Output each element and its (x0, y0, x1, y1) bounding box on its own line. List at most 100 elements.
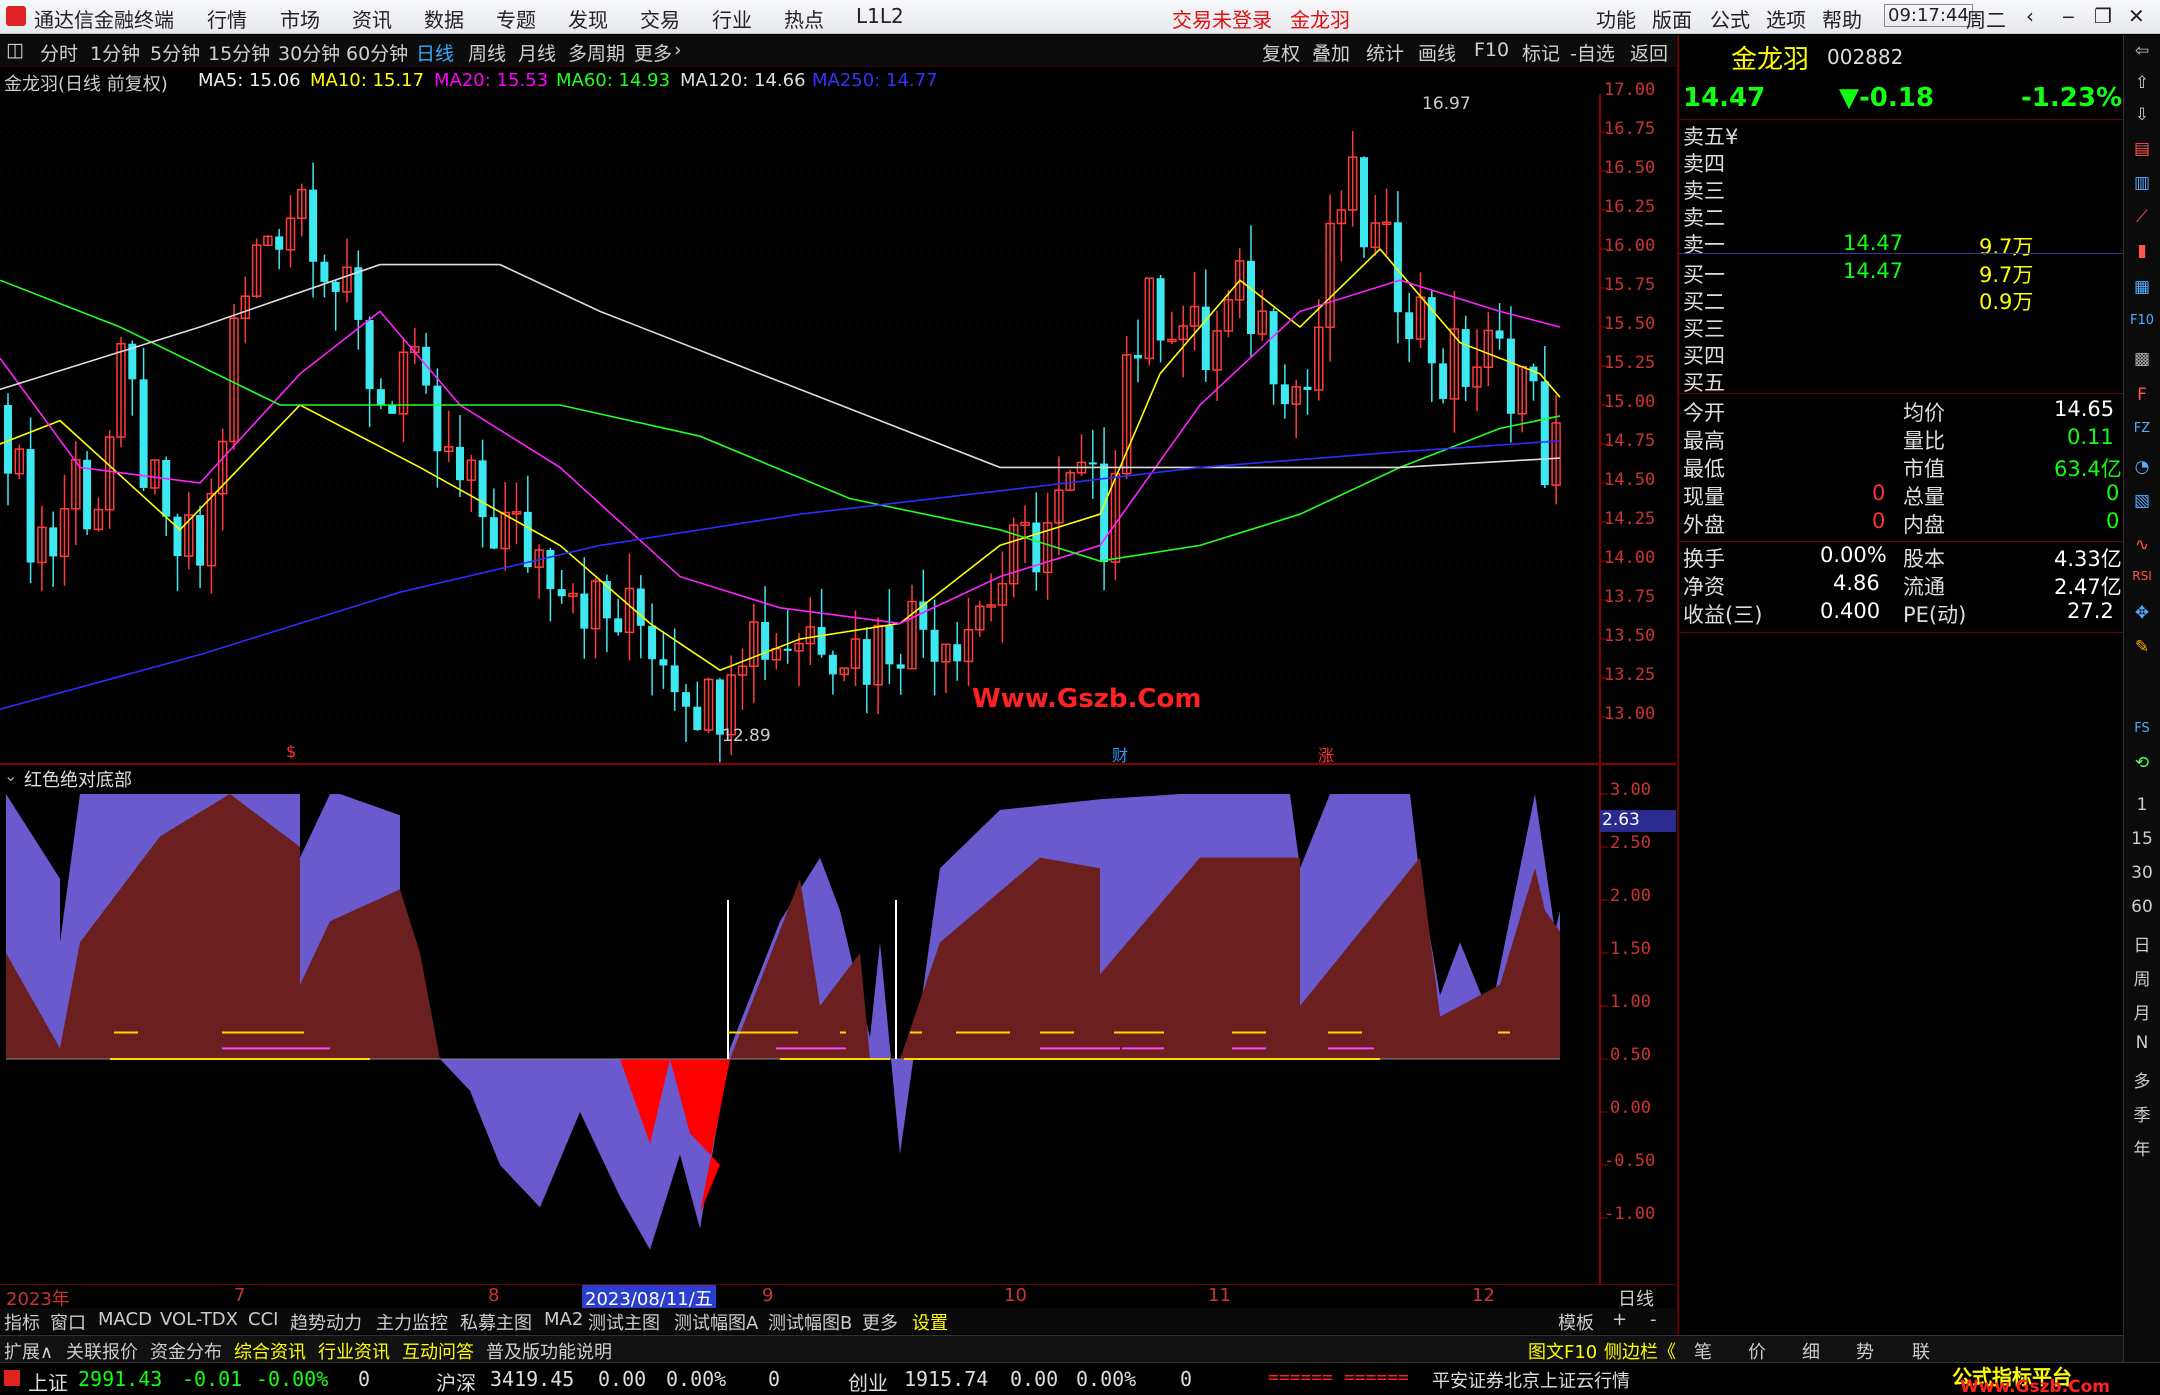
tool-rights[interactable]: 复权 (1262, 39, 1300, 66)
tab-trend-small[interactable]: 势 (1856, 1338, 1874, 1364)
login-status[interactable]: 交易未登录 (1172, 4, 1272, 33)
menu-layout[interactable]: 版面 (1652, 4, 1692, 33)
restore-icon[interactable]: ❐ (2094, 4, 2112, 28)
collapse-icon[interactable]: ⇦ (2127, 41, 2157, 61)
tab-ma2[interactable]: MA2 (544, 1309, 583, 1330)
fz-icon[interactable]: FZ (2127, 421, 2157, 436)
tool-draw[interactable]: 画线 (1418, 39, 1456, 66)
menu-data[interactable]: 数据 (424, 4, 464, 33)
f-icon[interactable]: F (2127, 385, 2157, 405)
tab-macd[interactable]: MACD (98, 1309, 152, 1330)
tab-test-b[interactable]: 测试幅图B (768, 1309, 852, 1335)
doc-icon[interactable]: ▤ (2127, 139, 2157, 159)
tab-link[interactable]: 联 (1912, 1338, 1930, 1364)
tab-window[interactable]: 窗口 (50, 1309, 86, 1335)
down-icon[interactable]: ⇩ (2127, 105, 2157, 125)
list-icon[interactable]: ▥ (2127, 173, 2157, 193)
period-weekly[interactable]: 周线 (468, 39, 506, 66)
period-30min[interactable]: 30分钟 (278, 39, 340, 66)
menu-hot[interactable]: 热点 (784, 4, 824, 33)
period-60min[interactable]: 60分钟 (346, 39, 408, 66)
event-marker-s[interactable]: $ (286, 742, 296, 761)
remove-button[interactable]: - (1650, 1309, 1657, 1330)
period-daily[interactable]: 日线 (416, 39, 454, 66)
sh-label[interactable]: 上证 (28, 1367, 68, 1395)
sidebar-button[interactable]: 侧边栏《 (1604, 1338, 1676, 1364)
template-button[interactable]: 模板 (1558, 1309, 1594, 1335)
tool-watchlist[interactable]: -自选 (1570, 39, 1615, 66)
table-icon[interactable]: ▦ (2127, 277, 2157, 297)
period-shortcut[interactable]: 周 (2127, 965, 2157, 990)
tab-test-a[interactable]: 测试幅图A (674, 1309, 758, 1335)
tab-detail[interactable]: 细 (1802, 1338, 1820, 1364)
period-shortcut[interactable]: 日 (2127, 931, 2157, 956)
minimize-icon[interactable]: ‒ (2062, 4, 2075, 28)
menu-news[interactable]: 资讯 (352, 4, 392, 33)
menu-l1l2[interactable]: L1L2 (856, 4, 904, 28)
period-1min[interactable]: 1分钟 (90, 39, 140, 66)
menu-function[interactable]: 功能 (1596, 4, 1636, 33)
menu-discover[interactable]: 发现 (568, 4, 608, 33)
menu-topics[interactable]: 专题 (496, 4, 536, 33)
period-shortcut[interactable]: 多 (2127, 1067, 2157, 1092)
tool-back[interactable]: 返回 (1630, 39, 1668, 66)
tab-expand[interactable]: 扩展∧ (4, 1338, 53, 1364)
tab-pen[interactable]: 笔 (1694, 1338, 1712, 1364)
candle-icon[interactable]: ▮ (2127, 241, 2157, 261)
tab-trend[interactable]: 趋势动力 (290, 1309, 362, 1335)
tool-mark[interactable]: 标记 (1522, 39, 1560, 66)
event-marker-cai[interactable]: 财 (1112, 742, 1128, 766)
period-5min[interactable]: 5分钟 (150, 39, 200, 66)
event-marker-zhang[interactable]: 涨 (1318, 742, 1334, 766)
period-monthly[interactable]: 月线 (518, 39, 556, 66)
add-button[interactable]: + (1612, 1309, 1627, 1330)
up-icon[interactable]: ⇧ (2127, 73, 2157, 93)
period-shortcut[interactable]: 60 (2127, 897, 2157, 917)
menu-trade[interactable]: 交易 (640, 4, 680, 33)
pen-icon[interactable]: ✎ (2127, 637, 2157, 657)
f10-button[interactable]: 图文F10 (1528, 1338, 1597, 1364)
tab-vol[interactable]: VOL-TDX (160, 1309, 238, 1330)
back-icon[interactable]: ‹ (2026, 4, 2034, 28)
period-more[interactable]: 更多 (634, 39, 672, 66)
vol-icon[interactable]: ▧ (2127, 491, 2157, 511)
move-icon[interactable]: ✥ (2127, 603, 2157, 623)
tab-indicator[interactable]: 指标 (4, 1309, 40, 1335)
wave-icon[interactable]: ∿ (2127, 535, 2157, 555)
toggle-icon[interactable]: ◫ (6, 39, 24, 61)
period-multi[interactable]: 多周期 (568, 39, 625, 66)
tab-industry-news[interactable]: 行业资讯 (318, 1338, 390, 1364)
chevron-down-icon[interactable]: ⌄ (4, 766, 17, 785)
kline-chart[interactable] (0, 94, 1676, 1284)
tab-price[interactable]: 价 (1748, 1338, 1766, 1364)
tab-private[interactable]: 私募主图 (460, 1309, 532, 1335)
tab-test-main[interactable]: 测试主图 (588, 1309, 660, 1335)
tool-overlay[interactable]: 叠加 (1312, 39, 1350, 66)
refresh-icon[interactable]: ⟲ (2127, 753, 2157, 773)
tab-qa[interactable]: 互动问答 (402, 1338, 474, 1364)
menu-quotes[interactable]: 行情 (207, 4, 247, 33)
menu-market[interactable]: 市场 (280, 4, 320, 33)
trend-icon[interactable]: ⟋ (2127, 207, 2157, 227)
tool-f10[interactable]: F10 (1474, 39, 1509, 61)
period-shortcut[interactable]: 年 (2127, 1135, 2157, 1160)
period-shortcut[interactable]: 月 (2127, 999, 2157, 1024)
tab-news[interactable]: 综合资讯 (234, 1338, 306, 1364)
menu-options[interactable]: 选项 (1766, 4, 1806, 33)
chart-icon[interactable]: ◔ (2127, 457, 2157, 477)
tab-cci[interactable]: CCI (248, 1309, 278, 1330)
f10-icon[interactable]: F10 (2127, 313, 2157, 328)
period-shortcut[interactable]: 15 (2127, 829, 2157, 849)
hs-label[interactable]: 沪深 (436, 1367, 476, 1395)
tab-main-monitor[interactable]: 主力监控 (376, 1309, 448, 1335)
period-15min[interactable]: 15分钟 (208, 39, 270, 66)
tab-related-quotes[interactable]: 关联报价 (66, 1338, 138, 1364)
cy-label[interactable]: 创业 (848, 1367, 888, 1395)
period-shortcut[interactable]: N (2127, 1033, 2157, 1053)
close-icon[interactable]: ✕ (2128, 4, 2145, 28)
grid-icon[interactable]: ▩ (2127, 349, 2157, 369)
menu-formula[interactable]: 公式 (1710, 4, 1750, 33)
tab-more[interactable]: 更多 (862, 1309, 898, 1335)
menu-help[interactable]: 帮助 (1822, 4, 1862, 33)
rsi-icon[interactable]: RSI (2127, 569, 2157, 583)
